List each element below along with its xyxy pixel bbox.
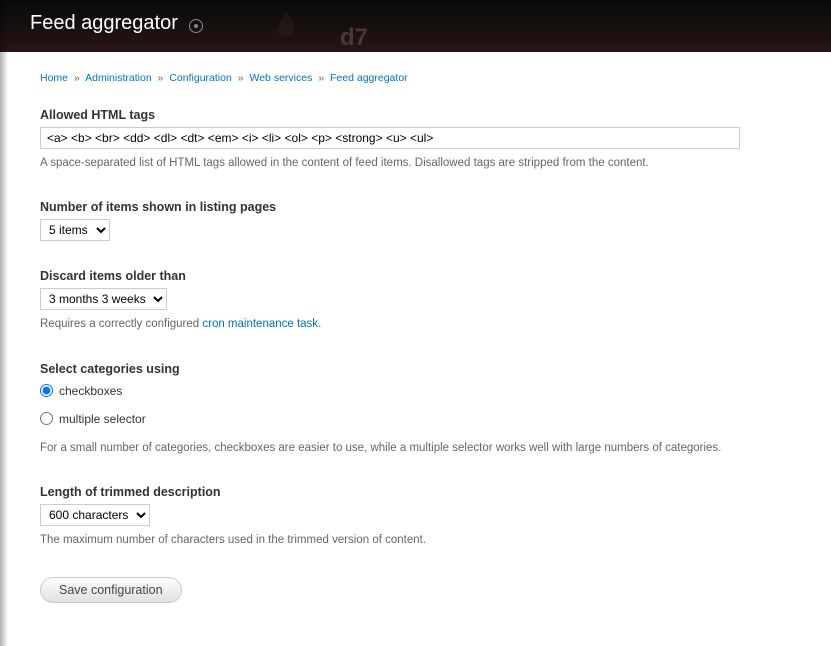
allowed-tags-label: Allowed HTML tags: [40, 108, 801, 122]
cron-link[interactable]: cron maintenance task: [202, 318, 318, 330]
breadcrumb-administration[interactable]: Administration: [85, 72, 152, 84]
radio-multiple-label[interactable]: multiple selector: [59, 412, 146, 426]
main-content: Home » Administration » Configuration » …: [0, 52, 831, 633]
categories-description: For a small number of categories, checkb…: [40, 440, 801, 457]
breadcrumb-feed-aggregator[interactable]: Feed aggregator: [330, 72, 408, 84]
discard-field: Discard items older than 3 months 3 week…: [40, 269, 801, 333]
discard-select[interactable]: 3 months 3 weeks: [40, 288, 167, 310]
breadcrumb: Home » Administration » Configuration » …: [40, 72, 801, 84]
radio-checkboxes[interactable]: [40, 384, 53, 397]
breadcrumb-separator: »: [74, 72, 80, 84]
allowed-tags-description: A space-separated list of HTML tags allo…: [40, 155, 801, 172]
breadcrumb-separator: »: [238, 72, 244, 84]
allowed-tags-input[interactable]: [40, 127, 740, 149]
site-watermark: d7: [340, 24, 368, 52]
save-button[interactable]: Save configuration: [40, 577, 182, 603]
radio-checkboxes-label[interactable]: checkboxes: [59, 384, 122, 398]
radio-multiple[interactable]: [40, 412, 53, 425]
trimmed-field: Length of trimmed description 600 charac…: [40, 485, 801, 549]
breadcrumb-separator: »: [158, 72, 164, 84]
num-items-label: Number of items shown in listing pages: [40, 200, 801, 214]
breadcrumb-separator: »: [318, 72, 324, 84]
settings-icon[interactable]: [189, 19, 203, 33]
radio-multiple-row: multiple selector: [40, 412, 801, 426]
categories-field: Select categories using checkboxes multi…: [40, 362, 801, 457]
discard-label: Discard items older than: [40, 269, 801, 283]
drupal-logo-icon: [270, 10, 302, 42]
radio-checkboxes-row: checkboxes: [40, 384, 801, 398]
page-header: Feed aggregator d7: [0, 0, 831, 52]
trimmed-label: Length of trimmed description: [40, 485, 801, 499]
allowed-tags-field: Allowed HTML tags A space-separated list…: [40, 108, 801, 172]
categories-label: Select categories using: [40, 362, 801, 376]
num-items-select[interactable]: 5 items: [40, 219, 110, 241]
num-items-field: Number of items shown in listing pages 5…: [40, 200, 801, 241]
breadcrumb-configuration[interactable]: Configuration: [169, 72, 231, 84]
breadcrumb-web-services[interactable]: Web services: [250, 72, 313, 84]
page-title: Feed aggregator: [30, 12, 178, 35]
discard-description: Requires a correctly configured cron mai…: [40, 316, 801, 333]
trimmed-description: The maximum number of characters used in…: [40, 532, 801, 549]
breadcrumb-home[interactable]: Home: [40, 72, 68, 84]
trimmed-select[interactable]: 600 characters: [40, 504, 150, 526]
